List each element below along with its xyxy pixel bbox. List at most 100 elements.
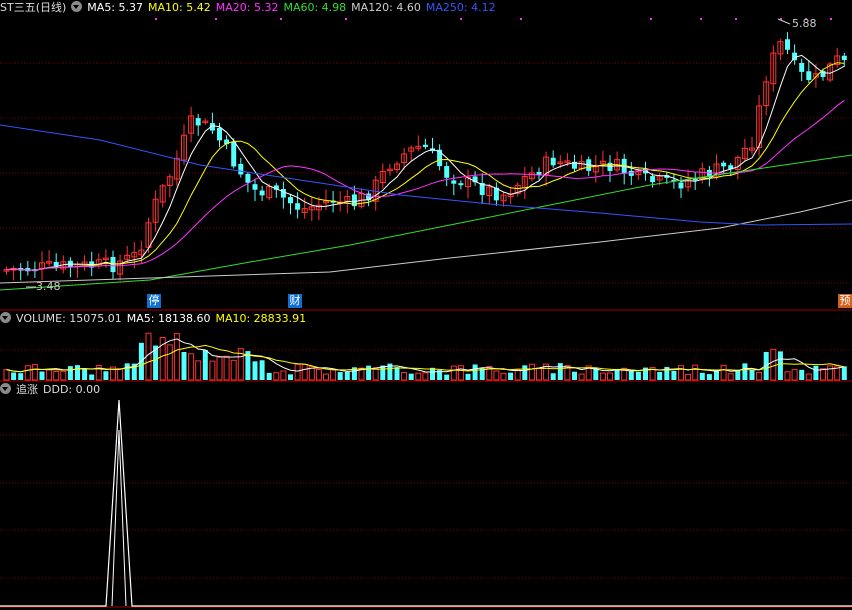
volume-bar-down xyxy=(735,369,741,380)
high-pointer xyxy=(777,18,791,25)
signal-dot xyxy=(650,18,652,20)
volume-bar-up xyxy=(60,370,67,381)
volume-bar-down xyxy=(706,374,712,380)
volume-bar-down xyxy=(259,360,265,380)
candle-body-down xyxy=(692,178,698,181)
ma5-label: MA5: 5.37 xyxy=(87,1,144,14)
volume-bar-down xyxy=(11,372,17,380)
signal-dot xyxy=(345,18,347,20)
ma250-label: MA250: 4.12 xyxy=(425,1,496,14)
candle-body-down xyxy=(678,182,684,189)
volume-bar-down xyxy=(288,374,293,380)
volume-bar-up xyxy=(791,369,798,381)
volume-bar-up xyxy=(230,359,237,381)
volume-bar-up xyxy=(195,360,202,381)
volume-bar-up xyxy=(770,348,777,381)
volume-bar-up xyxy=(820,368,826,381)
dropdown-icon[interactable] xyxy=(0,312,11,323)
volume-bar-up xyxy=(188,353,195,381)
volume-bar-down xyxy=(699,372,705,380)
volume-bar-up xyxy=(31,364,38,381)
volume-ma5-line xyxy=(6,338,845,373)
candle-body-down xyxy=(252,184,258,190)
signal-dot xyxy=(215,18,217,20)
volume-bar-up xyxy=(450,365,457,381)
volume-panel-header: VOLUME: 15075.01 MA5: 18138.60 MA10: 28833… xyxy=(0,311,311,327)
volume-bar-down xyxy=(550,373,556,380)
volume-bar-down xyxy=(103,371,109,380)
volume-bar-down xyxy=(635,371,641,380)
candle-body-down xyxy=(841,55,847,61)
volume-bar-up xyxy=(223,355,230,381)
volume-bar-down xyxy=(181,352,187,380)
volume-bar-down xyxy=(508,372,514,380)
volume-bar-up xyxy=(24,365,31,381)
volume-bar-up xyxy=(727,373,734,381)
stock-chart-canvas[interactable] xyxy=(0,0,852,610)
ma120-line xyxy=(0,199,852,284)
ma60-line xyxy=(0,154,852,291)
volume-ma10: MA10: 28833.91 xyxy=(215,312,307,325)
volume-bar-up xyxy=(528,363,535,381)
signal-dot xyxy=(700,18,702,20)
indicator-name: 追涨 xyxy=(16,383,38,396)
volume-bar-up xyxy=(678,365,684,381)
candle-body-down xyxy=(458,183,464,186)
ma20-label: MA20: 5.32 xyxy=(215,1,279,14)
volume-bar-down xyxy=(266,372,272,380)
volume-bar-down xyxy=(380,365,386,380)
volume-bar-down xyxy=(572,371,577,380)
volume-bar-down xyxy=(75,365,80,380)
volume-bar-up xyxy=(273,372,280,381)
candle-body-down xyxy=(550,157,556,166)
signal-dot xyxy=(830,18,832,20)
candle-body-down xyxy=(295,203,301,210)
volume-bar-up xyxy=(493,370,500,381)
volume-bar-up xyxy=(46,369,53,381)
volume-bar-up xyxy=(720,364,727,381)
candle-body-down xyxy=(451,180,457,184)
volume-bar-down xyxy=(522,365,528,380)
volume-bar-up xyxy=(422,372,429,381)
candle-body-down xyxy=(288,197,293,204)
volume-bar-up xyxy=(827,365,834,381)
dropdown-icon[interactable] xyxy=(0,383,11,394)
volume-bar-down xyxy=(82,368,88,380)
candle-body-down xyxy=(53,261,59,267)
volume-bar-up xyxy=(599,372,606,381)
stock-title: ST三五(日线) xyxy=(0,1,67,14)
volume-bar-up xyxy=(607,372,613,381)
volume-bar-down xyxy=(124,363,130,380)
candle-body-down xyxy=(280,189,286,198)
volume-bar-down xyxy=(18,373,24,380)
volume-bar-up xyxy=(53,370,60,381)
ma5-line xyxy=(6,54,845,271)
suspension-marker[interactable]: 停 xyxy=(147,294,161,308)
volume-bar-down xyxy=(337,372,343,380)
volume-bar-up xyxy=(216,356,223,381)
volume-bar-down xyxy=(614,368,620,380)
signal-dot xyxy=(460,18,462,20)
volume-bar-down xyxy=(742,363,748,380)
indicator-value: DDD: 0.00 xyxy=(43,383,101,396)
ma120-label: MA120: 4.60 xyxy=(351,1,421,14)
volume-bar-up xyxy=(330,369,337,381)
financial-report-marker[interactable]: 财 xyxy=(288,294,302,308)
high-price-label: 5.88 xyxy=(792,17,817,30)
volume-bar-up xyxy=(500,372,507,381)
volume-ma5: MA5: 18138.60 xyxy=(126,312,211,325)
volume-value: VOLUME: 15075.01 xyxy=(16,312,122,325)
volume-bar-down xyxy=(841,366,847,380)
candle-body-down xyxy=(231,141,237,167)
forecast-marker[interactable]: 预 xyxy=(838,294,852,308)
indicator-spike-inner xyxy=(111,429,127,607)
volume-bar-up xyxy=(692,364,699,381)
volume-bar-up xyxy=(323,373,329,381)
candle-body-down xyxy=(806,71,812,80)
volume-bar-up xyxy=(415,372,422,381)
dropdown-icon[interactable] xyxy=(71,1,83,12)
volume-bar-up xyxy=(578,373,585,381)
volume-bar-down xyxy=(472,364,478,380)
ma60-label: MA60: 4.98 xyxy=(283,1,347,14)
volume-bar-up xyxy=(805,373,812,381)
